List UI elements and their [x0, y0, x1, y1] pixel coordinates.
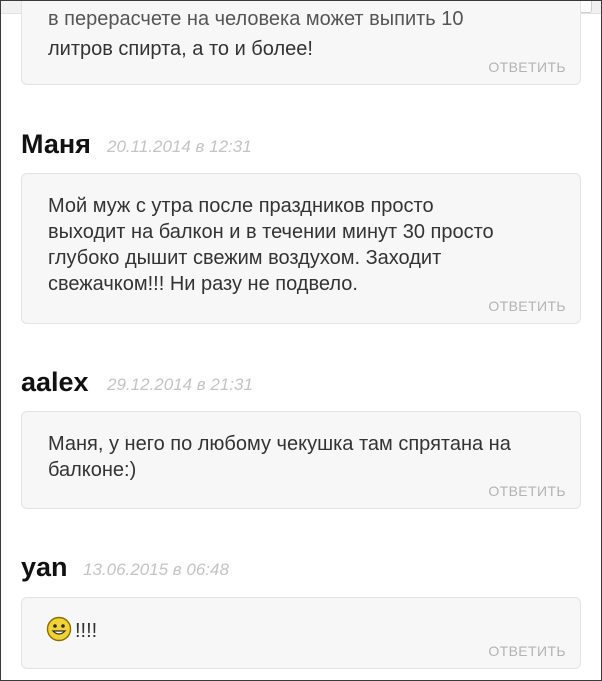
comment-text-line: Маня, у него по любому чекушка там спрят…	[48, 433, 511, 455]
comment-author: aalex	[21, 367, 89, 397]
comment-text-line: балконе:)	[48, 459, 137, 481]
reply-link[interactable]: ОТВЕТИТЬ	[488, 59, 566, 75]
reply-link[interactable]: ОТВЕТИТЬ	[488, 483, 566, 499]
comment-author: Маня	[21, 129, 91, 159]
comment-bubble: !!!! ОТВЕТИТЬ	[21, 597, 581, 669]
smiley-emoji-icon	[46, 616, 72, 649]
comment-text-line: !!!!	[46, 616, 560, 649]
comments-page: в перерасчете на человека может выпить 1…	[0, 0, 602, 681]
comment-date: 13.06.2015 в 06:48	[83, 560, 229, 579]
reply-link[interactable]: ОТВЕТИТЬ	[488, 298, 566, 314]
comment-text-partial: в перерасчете на человека может выпить 1…	[48, 8, 464, 30]
comment-bubble: в перерасчете на человека может выпить 1…	[21, 1, 581, 85]
comment-text-line: выходит на балкон и в течении минут 30 п…	[48, 221, 494, 243]
comment-date: 29.12.2014 в 21:31	[107, 375, 253, 394]
comment-author: yan	[21, 552, 68, 582]
comment-date: 20.11.2014 в 12:31	[107, 137, 252, 156]
comment-text-line: свежачком!!! Ни разу не подвело.	[48, 273, 358, 295]
comment-text-line: Мой муж с утра после праздников просто	[48, 195, 434, 217]
comment-text: литров спирта, а то и более!	[48, 38, 313, 60]
comment-text-line: глубоко дышит свежим воздухом. Заходит	[48, 247, 442, 269]
comment-bubble: Маня, у него по любому чекушка там спрят…	[21, 411, 581, 509]
reply-link[interactable]: ОТВЕТИТЬ	[488, 643, 566, 659]
comment-bubble: Мой муж с утра после праздников просто в…	[21, 173, 581, 324]
comment-text: !!!!	[75, 620, 98, 642]
